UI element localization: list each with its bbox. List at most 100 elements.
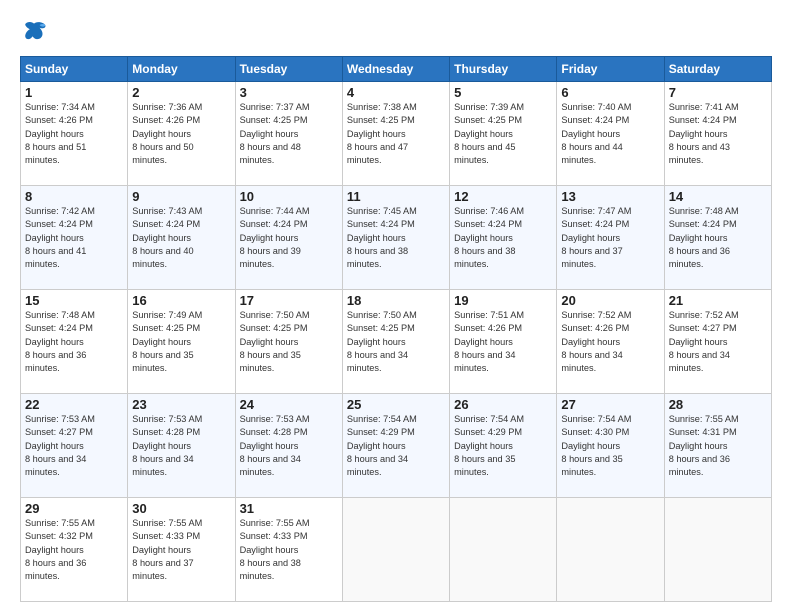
day-info: Sunrise: 7:45 AM Sunset: 4:24 PM Dayligh… bbox=[347, 205, 445, 272]
table-row: 2 Sunrise: 7:36 AM Sunset: 4:26 PM Dayli… bbox=[128, 82, 235, 186]
day-number: 8 bbox=[25, 189, 123, 204]
table-row: 3 Sunrise: 7:37 AM Sunset: 4:25 PM Dayli… bbox=[235, 82, 342, 186]
day-number: 20 bbox=[561, 293, 659, 308]
day-info: Sunrise: 7:41 AM Sunset: 4:24 PM Dayligh… bbox=[669, 101, 767, 168]
col-header-monday: Monday bbox=[128, 57, 235, 82]
day-number: 5 bbox=[454, 85, 552, 100]
table-row: 10 Sunrise: 7:44 AM Sunset: 4:24 PM Dayl… bbox=[235, 186, 342, 290]
table-row: 24 Sunrise: 7:53 AM Sunset: 4:28 PM Dayl… bbox=[235, 394, 342, 498]
page: SundayMondayTuesdayWednesdayThursdayFrid… bbox=[0, 0, 792, 612]
day-info: Sunrise: 7:34 AM Sunset: 4:26 PM Dayligh… bbox=[25, 101, 123, 168]
day-info: Sunrise: 7:36 AM Sunset: 4:26 PM Dayligh… bbox=[132, 101, 230, 168]
day-info: Sunrise: 7:51 AM Sunset: 4:26 PM Dayligh… bbox=[454, 309, 552, 376]
day-info: Sunrise: 7:43 AM Sunset: 4:24 PM Dayligh… bbox=[132, 205, 230, 272]
day-number: 24 bbox=[240, 397, 338, 412]
day-number: 19 bbox=[454, 293, 552, 308]
day-info: Sunrise: 7:39 AM Sunset: 4:25 PM Dayligh… bbox=[454, 101, 552, 168]
day-info: Sunrise: 7:55 AM Sunset: 4:32 PM Dayligh… bbox=[25, 517, 123, 584]
day-number: 22 bbox=[25, 397, 123, 412]
table-row: 9 Sunrise: 7:43 AM Sunset: 4:24 PM Dayli… bbox=[128, 186, 235, 290]
table-row: 23 Sunrise: 7:53 AM Sunset: 4:28 PM Dayl… bbox=[128, 394, 235, 498]
day-info: Sunrise: 7:54 AM Sunset: 4:29 PM Dayligh… bbox=[454, 413, 552, 480]
table-row: 11 Sunrise: 7:45 AM Sunset: 4:24 PM Dayl… bbox=[342, 186, 449, 290]
table-row: 30 Sunrise: 7:55 AM Sunset: 4:33 PM Dayl… bbox=[128, 498, 235, 602]
table-row: 14 Sunrise: 7:48 AM Sunset: 4:24 PM Dayl… bbox=[664, 186, 771, 290]
day-number: 7 bbox=[669, 85, 767, 100]
table-row: 13 Sunrise: 7:47 AM Sunset: 4:24 PM Dayl… bbox=[557, 186, 664, 290]
table-row: 1 Sunrise: 7:34 AM Sunset: 4:26 PM Dayli… bbox=[21, 82, 128, 186]
table-row: 5 Sunrise: 7:39 AM Sunset: 4:25 PM Dayli… bbox=[450, 82, 557, 186]
day-number: 6 bbox=[561, 85, 659, 100]
header bbox=[20, 18, 772, 46]
day-number: 17 bbox=[240, 293, 338, 308]
day-info: Sunrise: 7:53 AM Sunset: 4:28 PM Dayligh… bbox=[132, 413, 230, 480]
day-info: Sunrise: 7:55 AM Sunset: 4:31 PM Dayligh… bbox=[669, 413, 767, 480]
day-info: Sunrise: 7:50 AM Sunset: 4:25 PM Dayligh… bbox=[240, 309, 338, 376]
day-number: 18 bbox=[347, 293, 445, 308]
day-number: 13 bbox=[561, 189, 659, 204]
logo-bird-icon bbox=[20, 18, 48, 46]
table-row: 16 Sunrise: 7:49 AM Sunset: 4:25 PM Dayl… bbox=[128, 290, 235, 394]
day-number: 15 bbox=[25, 293, 123, 308]
day-info: Sunrise: 7:54 AM Sunset: 4:30 PM Dayligh… bbox=[561, 413, 659, 480]
day-info: Sunrise: 7:47 AM Sunset: 4:24 PM Dayligh… bbox=[561, 205, 659, 272]
day-info: Sunrise: 7:48 AM Sunset: 4:24 PM Dayligh… bbox=[669, 205, 767, 272]
table-row: 28 Sunrise: 7:55 AM Sunset: 4:31 PM Dayl… bbox=[664, 394, 771, 498]
day-number: 4 bbox=[347, 85, 445, 100]
col-header-tuesday: Tuesday bbox=[235, 57, 342, 82]
day-info: Sunrise: 7:46 AM Sunset: 4:24 PM Dayligh… bbox=[454, 205, 552, 272]
day-number: 28 bbox=[669, 397, 767, 412]
table-row: 20 Sunrise: 7:52 AM Sunset: 4:26 PM Dayl… bbox=[557, 290, 664, 394]
table-row: 4 Sunrise: 7:38 AM Sunset: 4:25 PM Dayli… bbox=[342, 82, 449, 186]
table-row: 21 Sunrise: 7:52 AM Sunset: 4:27 PM Dayl… bbox=[664, 290, 771, 394]
day-number: 14 bbox=[669, 189, 767, 204]
day-info: Sunrise: 7:42 AM Sunset: 4:24 PM Dayligh… bbox=[25, 205, 123, 272]
table-row bbox=[450, 498, 557, 602]
day-info: Sunrise: 7:50 AM Sunset: 4:25 PM Dayligh… bbox=[347, 309, 445, 376]
day-info: Sunrise: 7:37 AM Sunset: 4:25 PM Dayligh… bbox=[240, 101, 338, 168]
table-row: 18 Sunrise: 7:50 AM Sunset: 4:25 PM Dayl… bbox=[342, 290, 449, 394]
day-number: 3 bbox=[240, 85, 338, 100]
table-row bbox=[342, 498, 449, 602]
day-number: 2 bbox=[132, 85, 230, 100]
col-header-saturday: Saturday bbox=[664, 57, 771, 82]
day-info: Sunrise: 7:38 AM Sunset: 4:25 PM Dayligh… bbox=[347, 101, 445, 168]
day-number: 9 bbox=[132, 189, 230, 204]
day-number: 21 bbox=[669, 293, 767, 308]
day-number: 11 bbox=[347, 189, 445, 204]
day-info: Sunrise: 7:55 AM Sunset: 4:33 PM Dayligh… bbox=[132, 517, 230, 584]
day-number: 27 bbox=[561, 397, 659, 412]
day-info: Sunrise: 7:49 AM Sunset: 4:25 PM Dayligh… bbox=[132, 309, 230, 376]
table-row: 22 Sunrise: 7:53 AM Sunset: 4:27 PM Dayl… bbox=[21, 394, 128, 498]
logo bbox=[20, 18, 52, 46]
day-info: Sunrise: 7:54 AM Sunset: 4:29 PM Dayligh… bbox=[347, 413, 445, 480]
col-header-sunday: Sunday bbox=[21, 57, 128, 82]
table-row: 19 Sunrise: 7:51 AM Sunset: 4:26 PM Dayl… bbox=[450, 290, 557, 394]
day-number: 30 bbox=[132, 501, 230, 516]
day-number: 12 bbox=[454, 189, 552, 204]
col-header-friday: Friday bbox=[557, 57, 664, 82]
table-row bbox=[557, 498, 664, 602]
day-number: 10 bbox=[240, 189, 338, 204]
table-row: 6 Sunrise: 7:40 AM Sunset: 4:24 PM Dayli… bbox=[557, 82, 664, 186]
table-row: 26 Sunrise: 7:54 AM Sunset: 4:29 PM Dayl… bbox=[450, 394, 557, 498]
table-row: 27 Sunrise: 7:54 AM Sunset: 4:30 PM Dayl… bbox=[557, 394, 664, 498]
day-info: Sunrise: 7:48 AM Sunset: 4:24 PM Dayligh… bbox=[25, 309, 123, 376]
table-row: 25 Sunrise: 7:54 AM Sunset: 4:29 PM Dayl… bbox=[342, 394, 449, 498]
day-info: Sunrise: 7:40 AM Sunset: 4:24 PM Dayligh… bbox=[561, 101, 659, 168]
table-row: 17 Sunrise: 7:50 AM Sunset: 4:25 PM Dayl… bbox=[235, 290, 342, 394]
col-header-wednesday: Wednesday bbox=[342, 57, 449, 82]
table-row: 12 Sunrise: 7:46 AM Sunset: 4:24 PM Dayl… bbox=[450, 186, 557, 290]
table-row: 7 Sunrise: 7:41 AM Sunset: 4:24 PM Dayli… bbox=[664, 82, 771, 186]
day-info: Sunrise: 7:52 AM Sunset: 4:27 PM Dayligh… bbox=[669, 309, 767, 376]
day-info: Sunrise: 7:44 AM Sunset: 4:24 PM Dayligh… bbox=[240, 205, 338, 272]
table-row: 29 Sunrise: 7:55 AM Sunset: 4:32 PM Dayl… bbox=[21, 498, 128, 602]
day-number: 16 bbox=[132, 293, 230, 308]
day-number: 1 bbox=[25, 85, 123, 100]
day-info: Sunrise: 7:55 AM Sunset: 4:33 PM Dayligh… bbox=[240, 517, 338, 584]
calendar-table: SundayMondayTuesdayWednesdayThursdayFrid… bbox=[20, 56, 772, 602]
day-number: 29 bbox=[25, 501, 123, 516]
day-info: Sunrise: 7:52 AM Sunset: 4:26 PM Dayligh… bbox=[561, 309, 659, 376]
table-row: 15 Sunrise: 7:48 AM Sunset: 4:24 PM Dayl… bbox=[21, 290, 128, 394]
day-number: 25 bbox=[347, 397, 445, 412]
